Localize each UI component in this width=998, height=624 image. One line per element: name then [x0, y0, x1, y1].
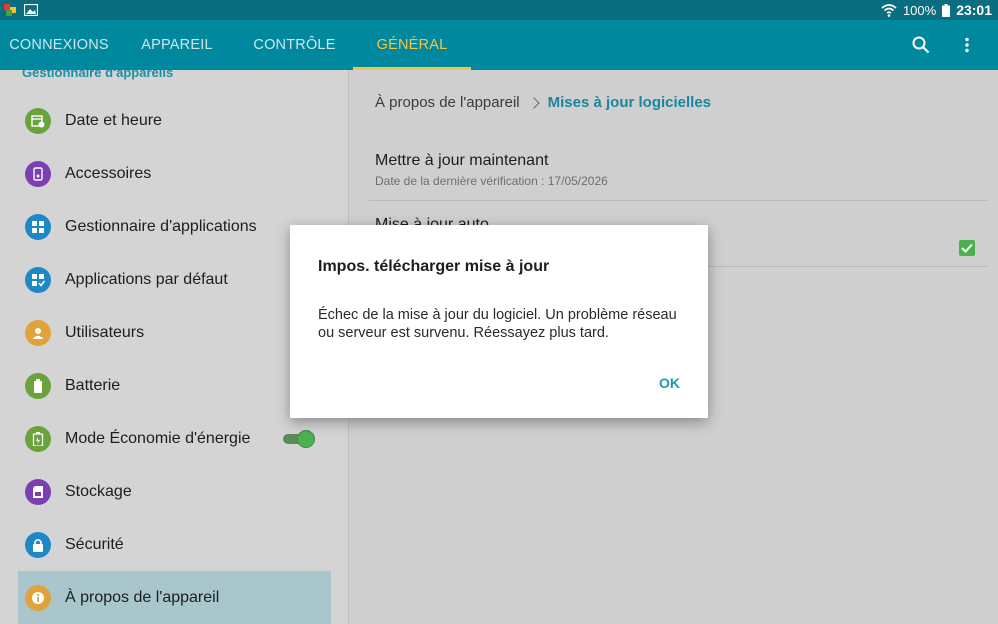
image-notification-icon [24, 4, 38, 16]
default-apps-icon [25, 266, 51, 293]
power-saving-toggle[interactable] [283, 430, 315, 448]
tab-appareil[interactable]: APPAREIL [118, 20, 236, 70]
sidebar-item-storage[interactable]: Stockage [18, 465, 331, 518]
storage-icon [25, 478, 51, 505]
more-vert-icon [965, 37, 969, 53]
error-dialog: Impos. télécharger mise à jour Échec de … [290, 225, 708, 418]
sidebar-item-label: Mode Économie d'énergie [65, 429, 251, 447]
setting-update-now[interactable]: Mettre à jour maintenant Date de la dern… [369, 152, 987, 201]
apps-grid-icon [25, 213, 51, 240]
status-indicators: 100% 23:01 [881, 2, 992, 18]
users-icon [25, 319, 51, 346]
tab-general[interactable]: GÉNÉRAL [353, 20, 471, 70]
clock: 23:01 [956, 2, 992, 18]
more-options-button[interactable] [952, 30, 982, 60]
sidebar-item-date-time[interactable]: Date et heure [18, 94, 331, 147]
setting-title: Mettre à jour maintenant [375, 152, 549, 169]
sidebar-item-users[interactable]: Utilisateurs [18, 306, 331, 359]
sidebar-item-label: Batterie [65, 376, 121, 394]
dialog-title: Impos. télécharger mise à jour [318, 258, 550, 275]
check-icon [961, 243, 973, 253]
tab-bar: CONNEXIONS APPAREIL CONTRÔLE GÉNÉRAL [0, 20, 998, 70]
sidebar-item-label: Date et heure [65, 111, 162, 129]
sidebar-item-label: Stockage [65, 482, 132, 500]
tab-connexions[interactable]: CONNEXIONS [0, 20, 118, 70]
status-bar: 100% 23:01 [0, 0, 998, 20]
sidebar-item-label: À propos de l'appareil [65, 588, 220, 606]
search-button[interactable] [906, 30, 936, 60]
ok-button[interactable]: OK [659, 375, 680, 391]
sidebar-item-app-manager[interactable]: Gestionnaire d'applications [18, 200, 331, 253]
calendar-clock-icon [25, 107, 51, 134]
battery-icon [25, 372, 51, 399]
auto-update-checkbox[interactable] [959, 240, 975, 256]
sidebar-item-about-device[interactable]: À propos de l'appareil [18, 571, 331, 624]
breadcrumb: À propos de l'appareil Mises à jour logi… [375, 94, 711, 111]
dialog-message: Échec de la mise à jour du logiciel. Un … [318, 307, 677, 341]
breadcrumb-current: Mises à jour logicielles [547, 94, 712, 111]
sidebar-item-label: Utilisateurs [65, 323, 145, 341]
sidebar-item-battery[interactable]: Batterie [18, 359, 331, 412]
tab-controle[interactable]: CONTRÔLE [236, 20, 353, 70]
lock-icon [25, 531, 51, 558]
notification-icons [4, 4, 38, 16]
power-saving-icon [25, 425, 51, 452]
sidebar-item-label: Sécurité [65, 535, 124, 553]
battery-percent: 100% [902, 2, 937, 18]
sidebar-item-security[interactable]: Sécurité [18, 518, 331, 571]
app-notification-icon [4, 4, 16, 16]
sidebar-item-label: Gestionnaire d'applications [65, 217, 257, 235]
sidebar-item-label: Accessoires [65, 164, 152, 182]
accessory-icon [25, 160, 51, 187]
chevron-right-icon [527, 96, 540, 109]
section-header: Gestionnaire d'appareils [22, 70, 174, 80]
battery-icon [942, 3, 951, 17]
wifi-icon [881, 3, 897, 17]
info-icon [25, 584, 51, 611]
sidebar-item-label: Applications par défaut [65, 270, 228, 288]
toggle-knob [297, 430, 315, 448]
setting-subtitle: Date de la dernière vérification : 17/05… [375, 174, 608, 188]
search-icon [912, 36, 930, 54]
breadcrumb-parent[interactable]: À propos de l'appareil [375, 94, 520, 111]
sidebar-item-accessories[interactable]: Accessoires [18, 147, 331, 200]
sidebar-item-power-saving[interactable]: Mode Économie d'énergie [18, 412, 331, 465]
tab-actions [906, 20, 998, 70]
sidebar-item-default-apps[interactable]: Applications par défaut [18, 253, 331, 306]
